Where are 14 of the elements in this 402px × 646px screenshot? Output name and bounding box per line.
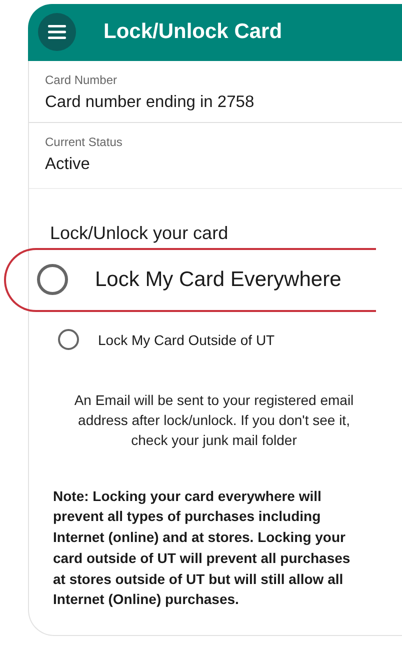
field-label: Current Status <box>45 134 124 148</box>
radio-button[interactable] <box>58 329 79 350</box>
menu-icon <box>48 25 66 39</box>
note-text: Note: Locking your card everywhere will prevent all types of purchases including Internet (online) and at stores. Locking your card outside of UT will prevent all purchases at stores outside of UT but will still allow all Internet (Online) purchases. <box>53 486 352 610</box>
field-value: Active <box>45 154 91 174</box>
menu-button[interactable] <box>38 13 76 51</box>
field-label: Card Number <box>45 72 118 86</box>
section-heading: Lock/Unlock your card <box>50 222 228 244</box>
radio-button[interactable] <box>37 264 68 295</box>
info-text: An Email will be sent to your registered email address after lock/unlock. If you don't see it, check your junk mail folder <box>73 390 355 450</box>
radio-option[interactable]: Lock My Card Everywhere <box>4 248 376 312</box>
radio-option[interactable]: Lock My Card Outside of UT <box>56 324 374 354</box>
field-value: Card number ending in 2758 <box>45 92 256 112</box>
screen-title: Lock/Unlock Card <box>104 20 282 44</box>
